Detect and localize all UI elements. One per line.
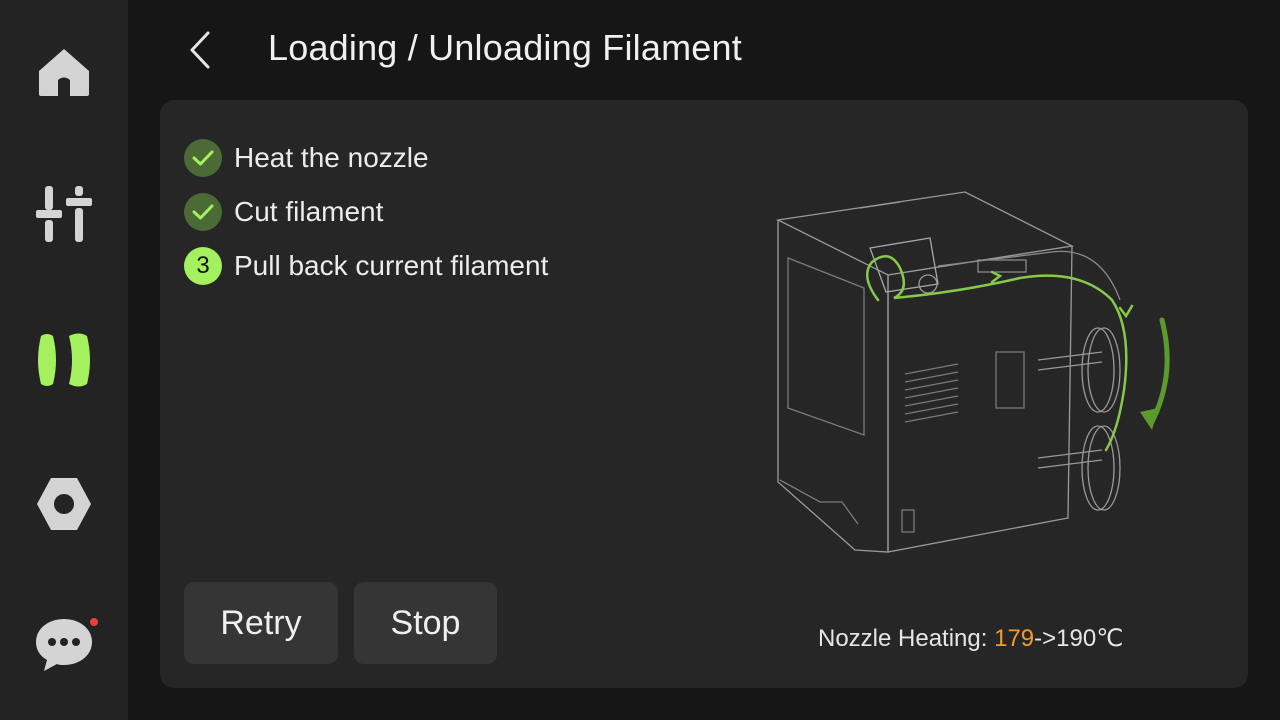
settings-hex-icon xyxy=(37,478,91,530)
step-done-badge xyxy=(184,193,222,231)
nav-home-button[interactable] xyxy=(24,32,104,112)
step-cut-filament: Cut filament xyxy=(184,192,383,232)
retry-button[interactable]: Retry xyxy=(184,582,338,664)
main-panel: Heat the nozzle Cut filament 3 Pull back… xyxy=(160,100,1248,688)
check-icon xyxy=(192,150,214,166)
nav-settings-button[interactable] xyxy=(24,464,104,544)
chevron-left-icon xyxy=(190,31,210,69)
nozzle-target-temp: 190℃ xyxy=(1056,625,1124,652)
step-label: Heat the nozzle xyxy=(234,142,429,173)
nav-filament-button[interactable] xyxy=(24,320,104,400)
nozzle-heating-status: Nozzle Heating: 179->190℃ xyxy=(818,624,1123,653)
step-pull-back-filament: 3 Pull back current filament xyxy=(184,246,548,286)
nav-controls-button[interactable] xyxy=(24,174,104,254)
back-button[interactable] xyxy=(178,24,222,76)
page-title: Loading / Unloading Filament xyxy=(268,27,742,68)
step-label: Pull back current filament xyxy=(234,250,549,281)
nozzle-temp-arrow: -> xyxy=(1034,625,1057,652)
step-number-badge: 3 xyxy=(184,247,222,285)
chat-icon xyxy=(36,619,92,671)
stop-button[interactable]: Stop xyxy=(354,582,497,664)
check-icon xyxy=(192,204,214,220)
step-done-badge xyxy=(184,139,222,177)
notification-dot xyxy=(90,618,98,626)
nozzle-current-temp: 179 xyxy=(994,625,1035,652)
step-heat-nozzle: Heat the nozzle xyxy=(184,138,429,178)
header: Loading / Unloading Filament xyxy=(160,0,1248,100)
home-icon xyxy=(39,49,89,96)
sidebar xyxy=(0,0,128,720)
nav-messages-button[interactable] xyxy=(24,606,104,686)
filament-spool-icon xyxy=(38,333,90,387)
sliders-icon xyxy=(36,186,92,242)
step-label: Cut filament xyxy=(234,196,384,227)
nozzle-heating-label: Nozzle Heating: xyxy=(818,625,988,652)
printer-illustration xyxy=(775,191,1170,553)
